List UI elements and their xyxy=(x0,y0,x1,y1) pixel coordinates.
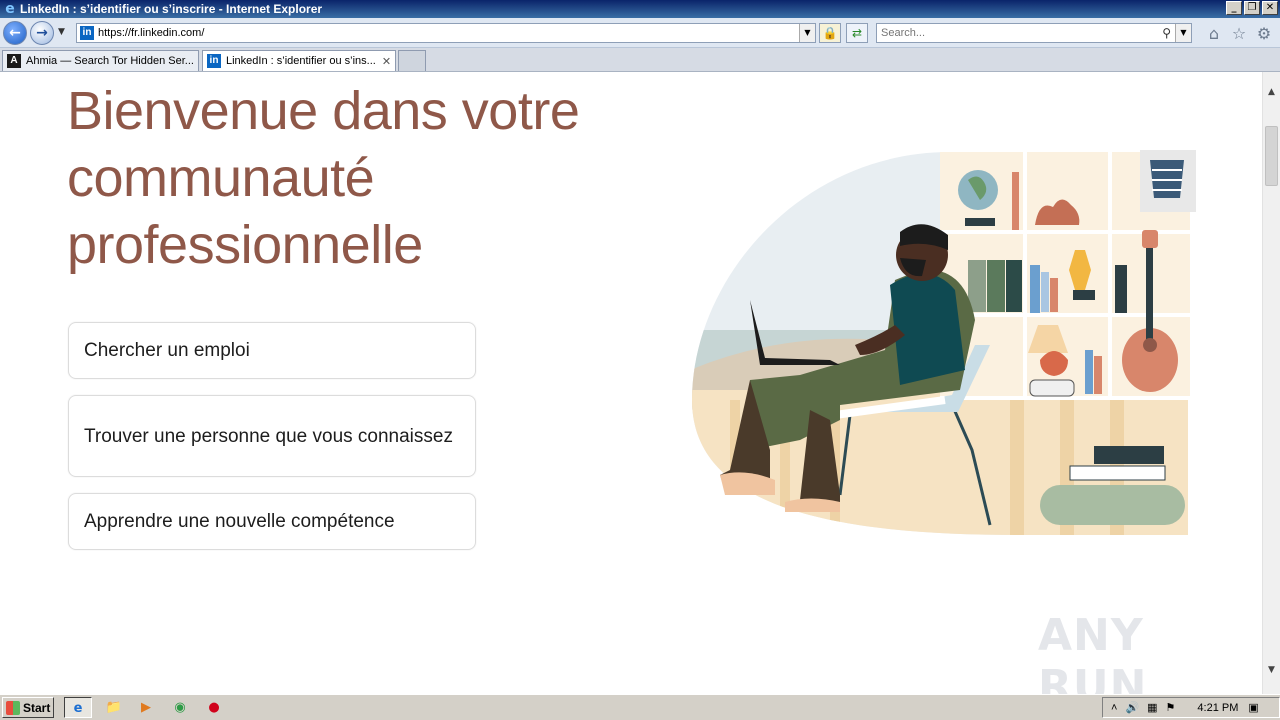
option-search-job[interactable]: Chercher un emploi xyxy=(68,322,476,379)
address-url[interactable]: https://fr.linkedin.com/ xyxy=(98,27,204,39)
address-bar[interactable]: in https://fr.linkedin.com/ ▼ xyxy=(76,23,816,43)
anyrun-watermark: ANY RUN xyxy=(1038,610,1148,694)
page-content: Bienvenue dans votre communauté professi… xyxy=(0,72,1262,694)
ahmia-favicon-icon: A xyxy=(7,54,21,68)
scroll-thumb[interactable] xyxy=(1265,126,1278,186)
search-dropdown-icon[interactable]: ▼ xyxy=(1175,24,1191,42)
taskbar-opera-icon[interactable]: ● xyxy=(200,697,228,718)
tab-label: Ahmia — Search Tor Hidden Ser... xyxy=(26,55,194,67)
tab-strip: A Ahmia — Search Tor Hidden Ser... in Li… xyxy=(0,48,1280,72)
recent-pages-dropdown-icon[interactable]: ▼ xyxy=(58,27,65,37)
ie-logo-icon: e xyxy=(5,1,15,17)
tab-ahmia[interactable]: A Ahmia — Search Tor Hidden Ser... xyxy=(2,50,199,71)
page-headline: Bienvenue dans votre communauté professi… xyxy=(67,81,580,275)
window-controls: _ ❐ ✕ xyxy=(1226,1,1278,15)
scroll-up-icon[interactable]: ▲ xyxy=(1263,84,1280,101)
option-learn-skill[interactable]: Apprendre une nouvelle compétence xyxy=(68,493,476,550)
forward-button[interactable]: → xyxy=(30,21,54,45)
favorites-star-icon[interactable]: ☆ xyxy=(1230,25,1248,43)
vertical-scrollbar[interactable]: ▲ ▼ xyxy=(1262,72,1280,694)
taskbar-chrome-icon[interactable]: ◉ xyxy=(166,697,194,718)
lock-icon[interactable]: 🔒 xyxy=(819,23,841,43)
tray-expand-icon[interactable]: ˄ xyxy=(1111,702,1117,714)
search-input[interactable] xyxy=(877,24,1147,42)
scroll-down-icon[interactable]: ▼ xyxy=(1263,662,1280,679)
tab-label: LinkedIn : s’identifier ou s’ins... xyxy=(226,55,376,67)
minimize-button[interactable]: _ xyxy=(1226,1,1242,15)
back-button[interactable]: ← xyxy=(3,21,27,45)
taskbar-ie-icon[interactable]: e xyxy=(64,697,92,718)
window-titlebar: e LinkedIn : s’identifier ou s’inscrire … xyxy=(0,0,1280,18)
network-icon[interactable]: ▦ xyxy=(1147,701,1157,714)
hero-illustration xyxy=(692,150,1196,535)
navigation-bar: ← → ▼ in https://fr.linkedin.com/ ▼ 🔒 ⇄ … xyxy=(0,18,1280,48)
new-tab-button[interactable] xyxy=(398,50,426,71)
taskbar-explorer-icon[interactable]: 📁 xyxy=(100,697,128,718)
window-title: LinkedIn : s’identifier ou s’inscrire - … xyxy=(20,2,323,16)
address-dropdown-icon[interactable]: ▼ xyxy=(799,24,815,42)
refresh-icon[interactable]: ⇄ xyxy=(846,23,868,43)
system-tray: ˄ 🔊 ▦ ⚑ 4:21 PM ▣ xyxy=(1102,697,1280,718)
search-icon[interactable]: ⚲ xyxy=(1162,26,1171,40)
search-box[interactable]: ⚲ ▼ xyxy=(876,23,1192,43)
linkedin-favicon-icon: in xyxy=(207,54,221,68)
toy-box xyxy=(1094,446,1164,464)
close-tab-icon[interactable]: ✕ xyxy=(382,55,391,68)
flag-icon[interactable]: ⚑ xyxy=(1166,701,1176,714)
taskbar: Start e 📁 ▶ ◉ ● ˄ 🔊 ▦ ⚑ 4:21 PM ▣ xyxy=(0,694,1280,720)
show-desktop-icon[interactable]: ▣ xyxy=(1248,701,1258,714)
wall-frame xyxy=(1140,150,1196,212)
option-find-person[interactable]: Trouver une personne que vous connaissez xyxy=(68,395,476,477)
book-stack xyxy=(1069,465,1166,481)
restore-button[interactable]: ❐ xyxy=(1244,1,1260,15)
taskbar-media-player-icon[interactable]: ▶ xyxy=(132,697,160,718)
linkedin-favicon-icon: in xyxy=(80,26,94,40)
floor-cushion xyxy=(1040,485,1185,525)
close-window-button[interactable]: ✕ xyxy=(1262,1,1278,15)
start-button[interactable]: Start xyxy=(2,697,54,718)
home-icon[interactable]: ⌂ xyxy=(1205,25,1223,43)
clock[interactable]: 4:21 PM xyxy=(1197,702,1238,714)
volume-icon[interactable]: 🔊 xyxy=(1125,701,1139,714)
start-label: Start xyxy=(23,700,51,715)
gear-icon[interactable]: ⚙ xyxy=(1255,25,1273,43)
windows-logo-icon xyxy=(6,700,20,715)
tab-linkedin[interactable]: in LinkedIn : s’identifier ou s’ins... ✕ xyxy=(202,50,396,71)
